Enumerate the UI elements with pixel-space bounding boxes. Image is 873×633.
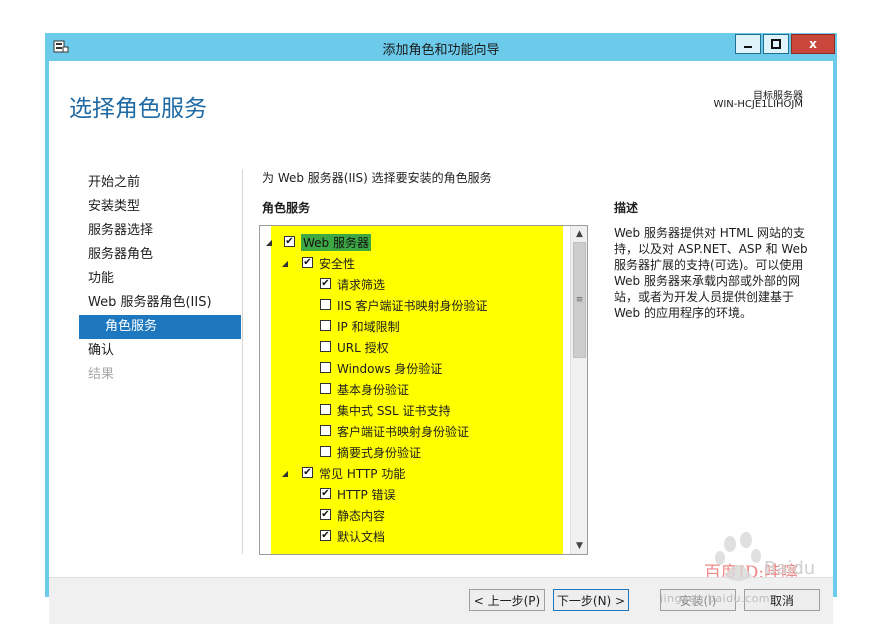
window-title: 添加角色和功能向导: [382, 43, 500, 58]
description-title: 描述: [614, 201, 639, 215]
expand-collapse-icon[interactable]: ◢: [280, 258, 290, 268]
instruction-text: 为 Web 服务器(IIS) 选择要安装的角色服务: [262, 171, 492, 185]
role-service-label: 集中式 SSL 证书支持: [337, 404, 451, 418]
role-service-checkbox[interactable]: [320, 341, 331, 352]
tree-row[interactable]: Windows 身份验证: [260, 357, 570, 378]
close-button[interactable]: x: [791, 34, 835, 54]
tree-row[interactable]: 集中式 SSL 证书支持: [260, 399, 570, 420]
tree-scrollbar[interactable]: ▲ ≡ ▼: [570, 226, 587, 554]
nav-item-before-you-begin[interactable]: 开始之前: [79, 171, 241, 195]
nav-item-installation-type[interactable]: 安装类型: [79, 195, 241, 219]
tree-row[interactable]: 客户端证书映射身份验证: [260, 420, 570, 441]
role-service-label: 常见 HTTP 功能: [319, 467, 406, 481]
tree-row[interactable]: URL 授权: [260, 336, 570, 357]
previous-button[interactable]: < 上一步(P): [469, 589, 545, 611]
wizard-window: 添加角色和功能向导 x 选择角色服务 目标服务器 WIN-HCJE1LIHOJM…: [45, 33, 837, 624]
role-service-checkbox[interactable]: ✔: [320, 530, 331, 541]
expand-collapse-icon[interactable]: ◢: [280, 468, 290, 478]
role-service-label: 默认文档: [337, 530, 386, 544]
role-service-label: Windows 身份验证: [337, 362, 443, 376]
scroll-up-icon[interactable]: ▲: [572, 226, 587, 242]
nav-item-confirmation[interactable]: 确认: [79, 339, 241, 363]
description-text: Web 服务器提供对 HTML 网站的支持，以及对 ASP.NET、ASP 和 …: [614, 226, 808, 320]
role-service-label: Web 服务器: [301, 234, 371, 251]
wizard-header: 选择角色服务 目标服务器 WIN-HCJE1LIHOJM: [49, 61, 833, 131]
nav-item-server-selection[interactable]: 服务器选择: [79, 219, 241, 243]
role-service-checkbox[interactable]: [320, 320, 331, 331]
role-service-checkbox[interactable]: [320, 446, 331, 457]
role-service-checkbox[interactable]: [320, 362, 331, 373]
baidu-paw-logo: Baidu 经验: [715, 532, 820, 581]
watermark-site: jingyan.baidu.com: [660, 592, 771, 605]
minimize-button[interactable]: [735, 34, 761, 54]
role-service-checkbox[interactable]: ✔: [320, 488, 331, 499]
nav-item-role-services[interactable]: 角色服务: [79, 315, 241, 339]
role-service-label: IIS 客户端证书映射身份验证: [337, 299, 488, 313]
next-button[interactable]: 下一步(N) >: [553, 589, 629, 611]
tree-row[interactable]: ✔ 默认文档: [260, 525, 570, 546]
close-icon: x: [809, 37, 817, 51]
minimize-icon: [744, 46, 752, 48]
tree-row[interactable]: ✔ HTTP 错误: [260, 483, 570, 504]
role-service-label: 请求筛选: [337, 278, 386, 292]
role-services-header: 角色服务: [262, 201, 311, 215]
nav-divider: [242, 169, 243, 554]
role-service-label: 静态内容: [337, 509, 386, 523]
wizard-client-area: 选择角色服务 目标服务器 WIN-HCJE1LIHOJM 开始之前 安装类型 服…: [49, 61, 833, 624]
role-service-checkbox[interactable]: ✔: [302, 257, 313, 268]
role-service-checkbox[interactable]: ✔: [320, 278, 331, 289]
tree-row[interactable]: IP 和域限制: [260, 315, 570, 336]
nav-item-web-server-role[interactable]: Web 服务器角色(IIS): [79, 291, 241, 315]
maximize-icon: [771, 39, 781, 49]
role-service-label: HTTP 错误: [337, 488, 396, 502]
tree-row[interactable]: ◢ ✔ Web 服务器: [260, 231, 570, 252]
baidu-logo-text: Baidu 经验: [764, 558, 820, 579]
scroll-grip-icon: ≡: [575, 295, 584, 305]
tree-row[interactable]: 摘要式身份验证: [260, 441, 570, 462]
tree-row[interactable]: 基本身份验证: [260, 378, 570, 399]
role-service-label: 摘要式身份验证: [337, 446, 422, 460]
page-title: 选择角色服务: [69, 96, 207, 122]
role-service-checkbox[interactable]: ✔: [302, 467, 313, 478]
role-service-label: URL 授权: [337, 341, 389, 355]
role-service-checkbox[interactable]: [320, 425, 331, 436]
nav-item-results: 结果: [88, 367, 115, 382]
tree-row[interactable]: IIS 客户端证书映射身份验证: [260, 294, 570, 315]
role-services-tree[interactable]: ◢ ✔ Web 服务器 ◢ ✔ 安全性 ✔ 请求筛选 IIS 客户端证书映射身份验证 IP 和域限…: [259, 225, 588, 555]
role-service-label: 基本身份验证: [337, 383, 410, 397]
maximize-button[interactable]: [763, 34, 789, 54]
role-service-checkbox[interactable]: ✔: [284, 236, 295, 247]
role-service-label: 客户端证书映射身份验证: [337, 425, 470, 439]
tree-row[interactable]: ✔ 静态内容: [260, 504, 570, 525]
role-service-label: 安全性: [319, 257, 356, 271]
role-service-checkbox[interactable]: [320, 383, 331, 394]
scroll-thumb[interactable]: ≡: [573, 242, 586, 358]
target-server-name: WIN-HCJE1LIHOJM: [713, 99, 803, 110]
nav-item-server-roles[interactable]: 服务器角色: [79, 243, 241, 267]
nav-item-features[interactable]: 功能: [79, 267, 241, 291]
tree-row[interactable]: ✔ 请求筛选: [260, 273, 570, 294]
scroll-down-icon[interactable]: ▼: [572, 538, 587, 554]
role-service-checkbox[interactable]: [320, 404, 331, 415]
expand-collapse-icon[interactable]: ◢: [264, 237, 274, 247]
title-bar[interactable]: 添加角色和功能向导 x: [45, 33, 837, 61]
tree-row[interactable]: ◢ ✔ 常见 HTTP 功能: [260, 462, 570, 483]
role-service-label: IP 和域限制: [337, 320, 400, 334]
tree-row[interactable]: ◢ ✔ 安全性: [260, 252, 570, 273]
role-service-checkbox[interactable]: [320, 299, 331, 310]
wizard-steps-nav: 开始之前 安装类型 服务器选择 服务器角色 功能 Web 服务器角色(IIS) …: [79, 171, 241, 387]
role-service-checkbox[interactable]: ✔: [320, 509, 331, 520]
